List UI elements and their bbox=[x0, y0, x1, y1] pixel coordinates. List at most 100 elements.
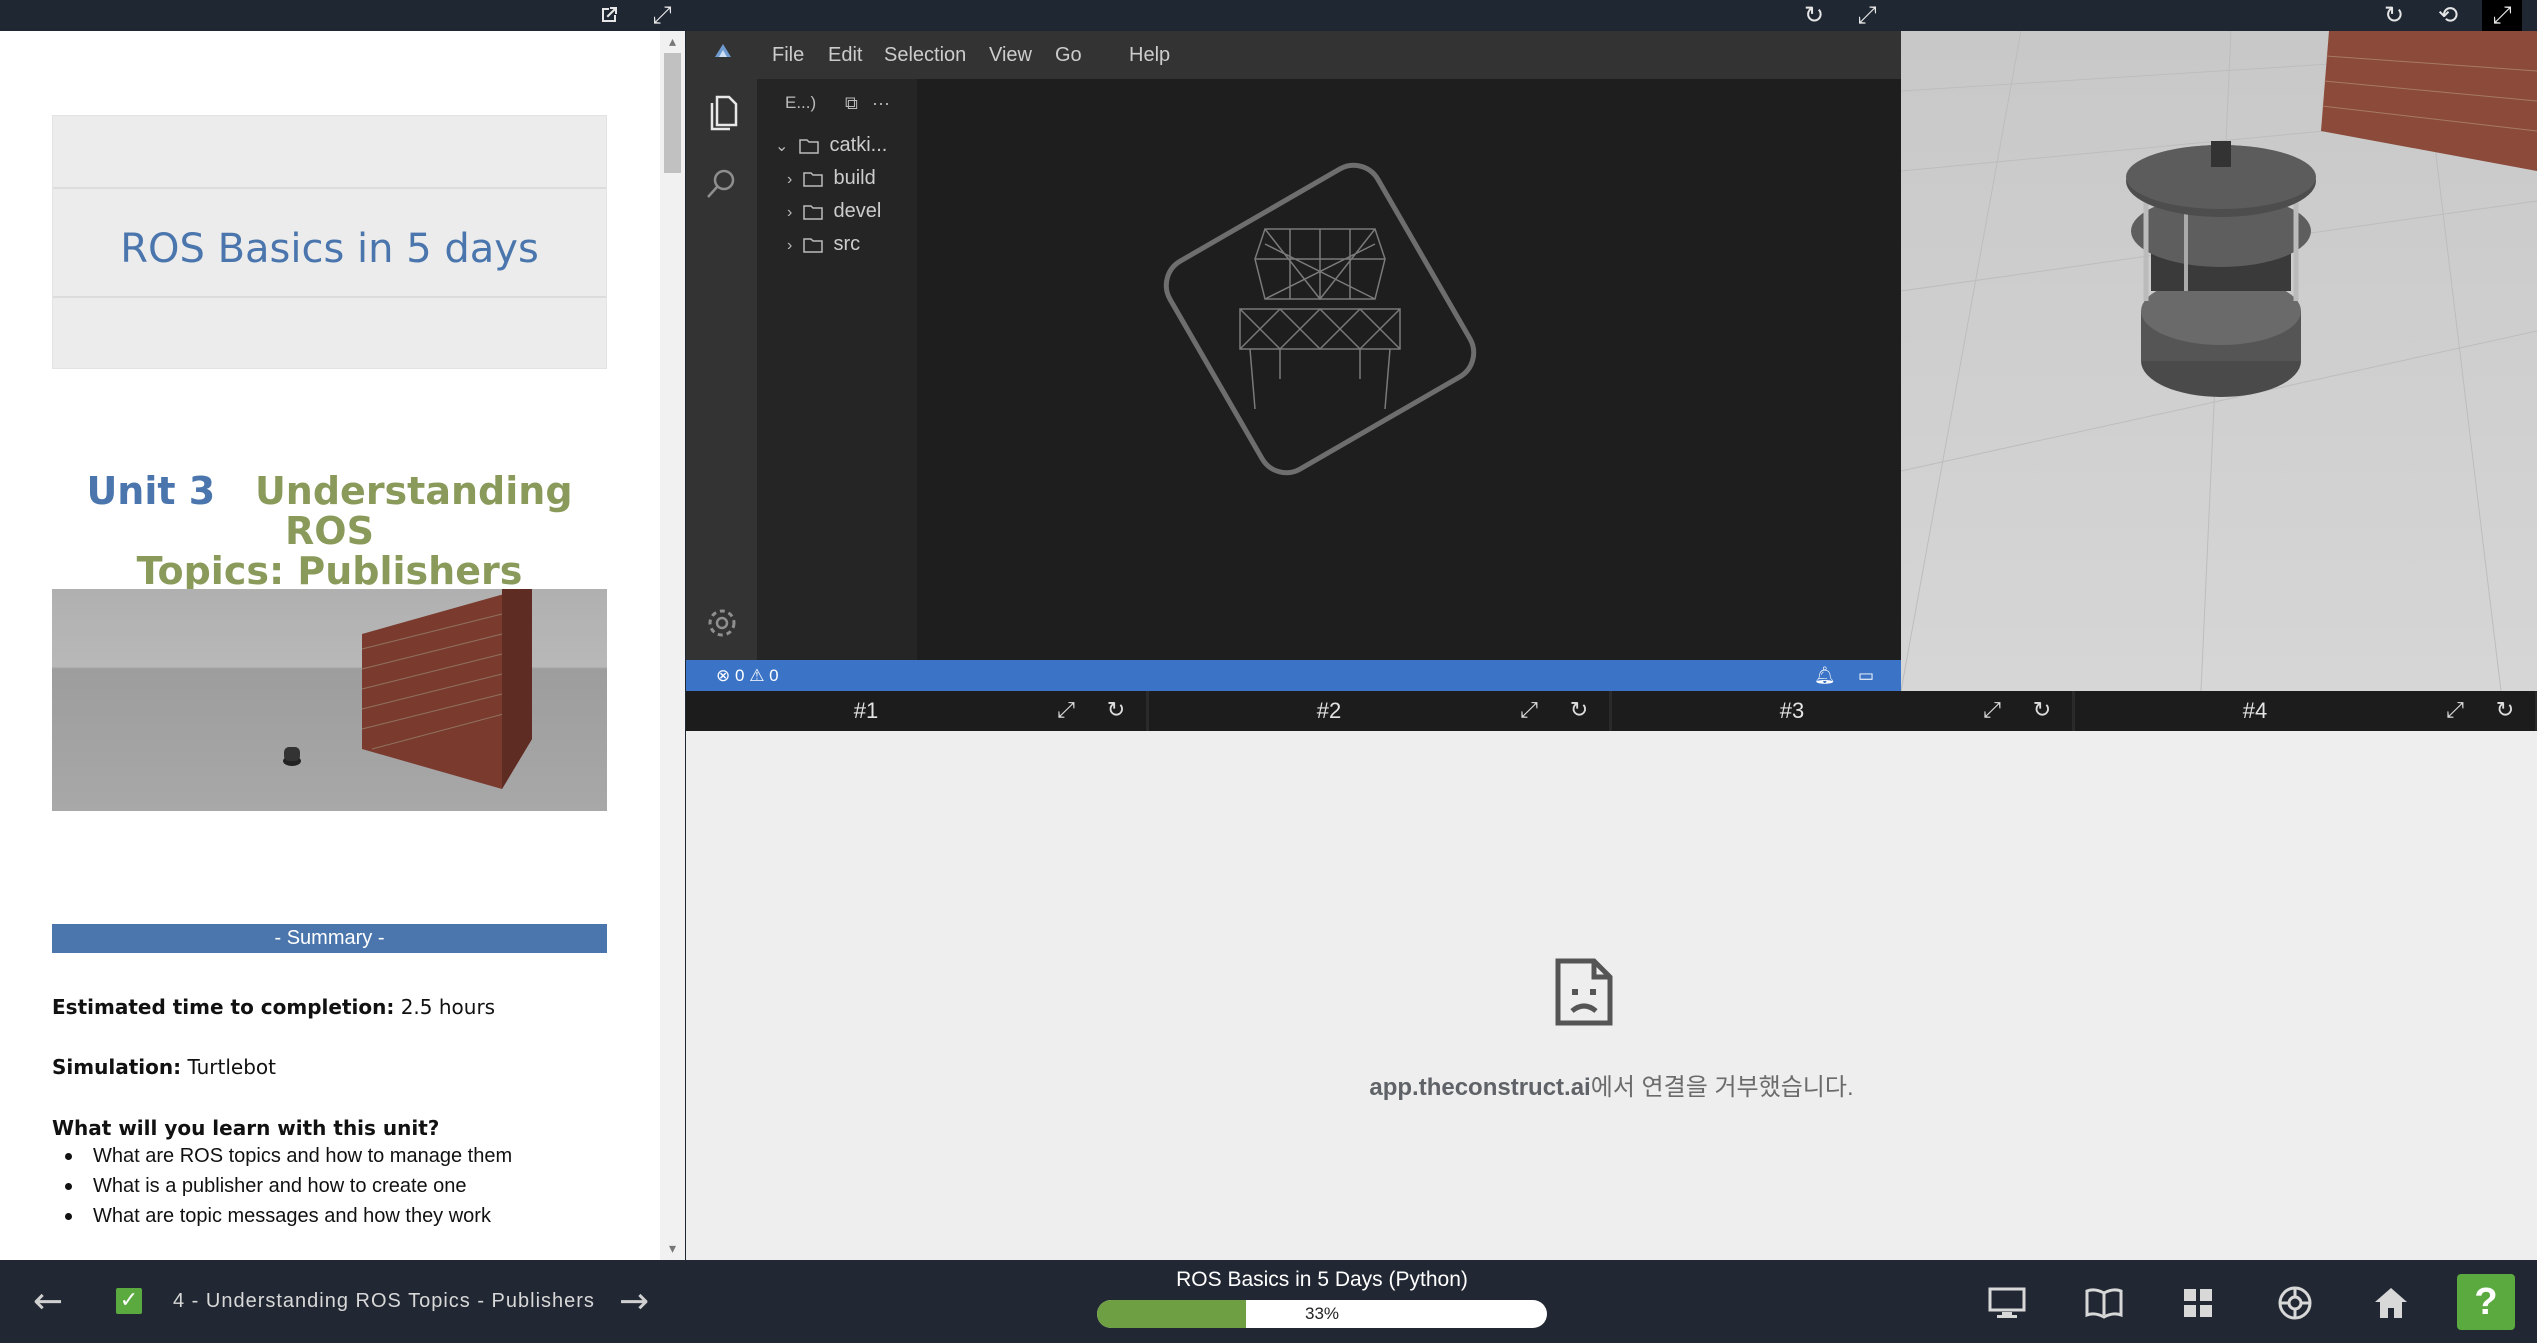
scroll-down-icon[interactable]: ▾ bbox=[660, 1240, 685, 1258]
expand-icon[interactable]: ⤢ bbox=[1974, 691, 2010, 731]
problems-indicator[interactable]: ⊗ 0 ⚠ 0 bbox=[716, 660, 779, 691]
home-icon[interactable] bbox=[2361, 1260, 2421, 1343]
desktop-icon[interactable] bbox=[1977, 1260, 2037, 1343]
tree-item-label: build bbox=[833, 167, 876, 189]
current-unit-label: 4 - Understanding ROS Topics - Publisher… bbox=[173, 1290, 595, 1312]
chevron-right-icon: › bbox=[787, 204, 793, 221]
search-icon[interactable] bbox=[705, 167, 739, 206]
more-actions-icon[interactable]: ··· bbox=[872, 79, 890, 127]
folder-icon bbox=[799, 138, 819, 154]
menu-selection[interactable]: Selection bbox=[884, 31, 966, 79]
top-toolbar: ⤢ ↻ ⤢ ↻ ⟲ ⤢ bbox=[0, 0, 2537, 31]
tree-item-build[interactable]: › build bbox=[787, 162, 876, 195]
reload-icon[interactable]: ↻ bbox=[1098, 691, 1134, 731]
expand-icon[interactable]: ⤢ bbox=[1511, 691, 1547, 731]
bell-icon[interactable]: 🔔︎ bbox=[1814, 660, 1836, 691]
tree-item-label: src bbox=[833, 233, 861, 255]
scrollbar-thumb[interactable] bbox=[664, 53, 681, 173]
tab-terminal-4[interactable]: #4 ⤢ ↻ bbox=[2075, 691, 2535, 731]
simulation-viewport[interactable] bbox=[1901, 31, 2537, 691]
learn-list: What are ROS topics and how to manage th… bbox=[65, 1141, 625, 1231]
ide-logo-icon bbox=[715, 44, 731, 57]
unit-title-line2: Topics: Publishers bbox=[136, 549, 523, 593]
reload-icon[interactable]: ↻ bbox=[1794, 0, 1834, 31]
tab-terminal-3[interactable]: #3 ⤢ ↻ bbox=[1612, 691, 2072, 731]
reload-icon[interactable]: ↻ bbox=[2374, 0, 2414, 31]
chevron-down-icon: ⌄ bbox=[775, 138, 789, 155]
summary-banner: - Summary - bbox=[52, 924, 607, 953]
notebook-icon[interactable] bbox=[2074, 1260, 2134, 1343]
notebook-scrollbar[interactable]: ▴ ▾ bbox=[660, 31, 685, 1260]
error-suffix: 에서 연결을 거부했습니다. bbox=[1590, 1074, 1854, 1101]
ai-assistant-icon[interactable] bbox=[2265, 1260, 2325, 1343]
fullscreen-icon[interactable]: ⤢ bbox=[2482, 0, 2522, 31]
tree-item-src[interactable]: › src bbox=[787, 228, 860, 261]
folder-icon bbox=[803, 237, 823, 253]
arrow-left-icon[interactable]: ← bbox=[33, 1260, 63, 1343]
notebook-pane: ROS Basics in 5 days Unit 3 Understandin… bbox=[0, 31, 685, 1260]
activity-bar bbox=[686, 79, 757, 660]
layout-icon[interactable]: ▭ bbox=[1858, 660, 1874, 691]
tab-terminal-1[interactable]: #1 ⤢ ↻ bbox=[686, 691, 1146, 731]
error-icon: ⊗ bbox=[716, 666, 731, 685]
grid-icon[interactable] bbox=[2168, 1260, 2228, 1343]
menu-edit[interactable]: Edit bbox=[828, 31, 862, 79]
tree-root[interactable]: ⌄ catki... bbox=[775, 129, 887, 162]
arrow-right-icon[interactable]: → bbox=[619, 1260, 649, 1343]
error-count: 0 bbox=[734, 666, 745, 685]
editor-area bbox=[917, 79, 1901, 660]
bottom-bar: ← ✓ 4 - Understanding ROS Topics - Publi… bbox=[0, 1260, 2537, 1343]
reload-icon[interactable]: ↻ bbox=[2024, 691, 2060, 731]
tree-root-label: catki... bbox=[829, 134, 888, 156]
expand-icon[interactable]: ⤢ bbox=[1048, 691, 1084, 731]
sim-label: Simulation: bbox=[52, 1055, 182, 1079]
reload-icon[interactable]: ↻ bbox=[2487, 691, 2523, 731]
tab-label: #1 bbox=[853, 698, 879, 723]
learn-heading: What will you learn with this unit? bbox=[52, 1116, 440, 1140]
estimated-time: Estimated time to completion: 2.5 hours bbox=[52, 995, 495, 1019]
notebook-content: ROS Basics in 5 days Unit 3 Understandin… bbox=[13, 31, 648, 1260]
ide-pane: File Edit Selection View Go Help E...) ⧉… bbox=[686, 31, 1901, 691]
error-host: app.theconstruct.ai bbox=[1369, 1074, 1591, 1101]
unit-title-line1: Understanding ROS bbox=[254, 469, 573, 553]
explorer-title: E...) bbox=[785, 93, 817, 112]
ide-menubar: File Edit Selection View Go Help bbox=[686, 31, 1901, 79]
menu-view[interactable]: View bbox=[989, 31, 1032, 79]
unit-heading: Unit 3 Understanding ROS Topics: Publish… bbox=[52, 471, 607, 591]
course-title: ROS Basics in 5 Days (Python) bbox=[1176, 1268, 1468, 1291]
tab-label: #3 bbox=[1779, 698, 1805, 723]
expand-icon[interactable]: ⤢ bbox=[642, 0, 682, 31]
help-button[interactable]: ? bbox=[2457, 1274, 2515, 1330]
tree-item-label: devel bbox=[833, 200, 882, 222]
menu-file[interactable]: File bbox=[772, 31, 804, 79]
expand-icon[interactable]: ⤢ bbox=[2437, 691, 2473, 731]
course-title-box: ROS Basics in 5 days bbox=[52, 115, 607, 369]
terminal-area: app.theconstruct.ai에서 연결을 거부했습니다. bbox=[686, 731, 2537, 1260]
collapse-all-icon[interactable]: ⧉ bbox=[845, 79, 858, 127]
tree-item-devel[interactable]: › devel bbox=[787, 195, 881, 228]
connection-error-message: app.theconstruct.ai에서 연결을 거부했습니다. bbox=[686, 1067, 2537, 1102]
reset-icon[interactable]: ⟲ bbox=[2428, 0, 2468, 31]
open-external-icon[interactable] bbox=[589, 0, 629, 31]
folder-icon bbox=[803, 171, 823, 187]
list-item: What is a publisher and how to create on… bbox=[65, 1171, 625, 1201]
time-label: Estimated time to completion: bbox=[52, 995, 395, 1019]
tab-terminal-2[interactable]: #2 ⤢ ↻ bbox=[1149, 691, 1609, 731]
unit-number: Unit 3 bbox=[86, 469, 216, 513]
expand-icon[interactable]: ⤢ bbox=[1847, 0, 1887, 31]
watermark-logo bbox=[1163, 162, 1477, 476]
course-progress-bar: 33% bbox=[1097, 1300, 1547, 1328]
menu-help[interactable]: Help bbox=[1129, 31, 1170, 79]
settings-gear-icon[interactable] bbox=[704, 605, 740, 646]
warning-icon: ⚠ bbox=[749, 666, 765, 685]
reload-icon[interactable]: ↻ bbox=[1561, 691, 1597, 731]
explorer-sidebar: E...) ⧉ ··· ⌄ catki... › build › devel ›… bbox=[757, 79, 917, 660]
explorer-header: E...) ⧉ ··· bbox=[757, 79, 917, 127]
menu-go[interactable]: Go bbox=[1055, 31, 1082, 79]
list-item: What are topic messages and how they wor… bbox=[65, 1201, 625, 1231]
unit-simulation-image bbox=[52, 589, 607, 811]
explorer-icon[interactable] bbox=[705, 93, 744, 133]
simulation-info: Simulation: Turtlebot bbox=[52, 1055, 276, 1079]
scroll-up-icon[interactable]: ▴ bbox=[660, 33, 685, 51]
checkbox-icon[interactable]: ✓ bbox=[116, 1288, 142, 1314]
